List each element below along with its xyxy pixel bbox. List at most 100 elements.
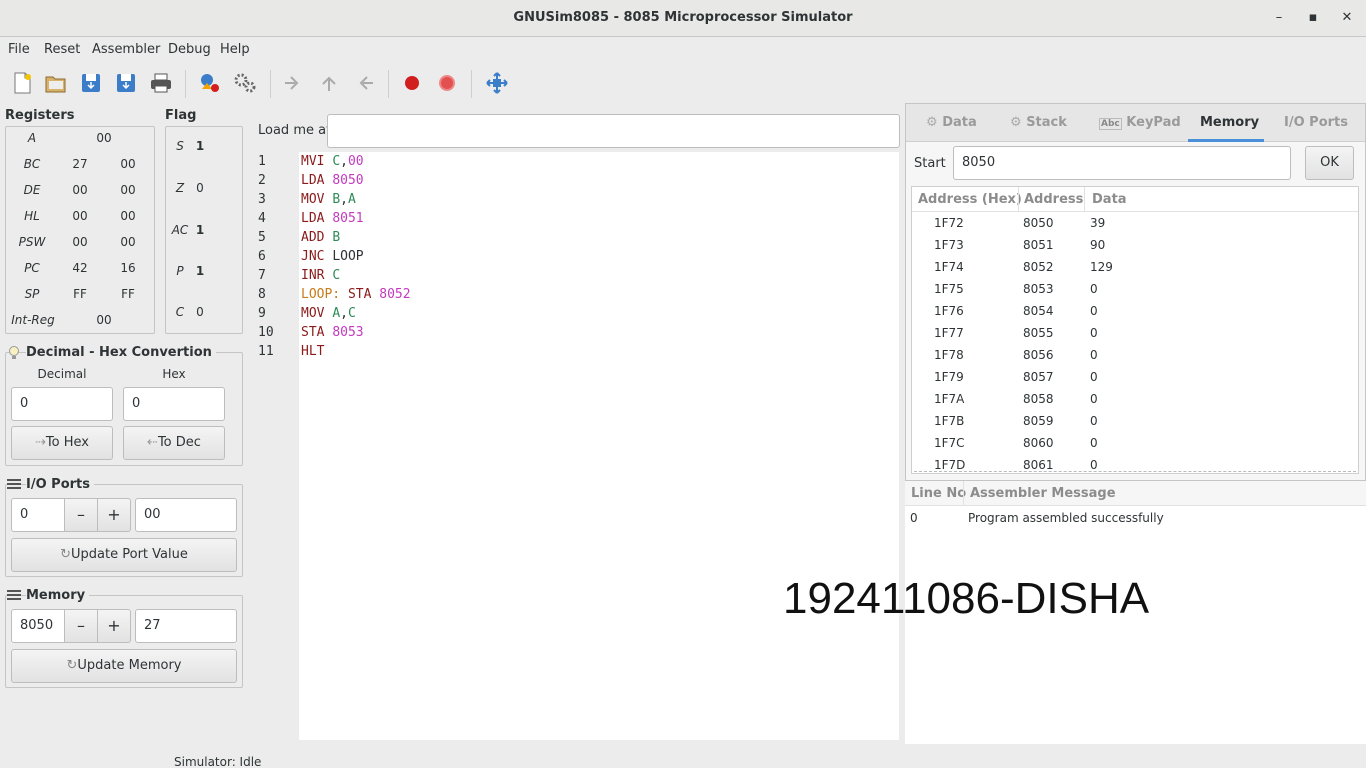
ok-button[interactable]: OK	[1305, 146, 1354, 180]
flags-title: Flag	[165, 108, 197, 123]
port-increment-button[interactable]: +	[97, 498, 131, 532]
code-line[interactable]: STA 8053	[301, 325, 364, 340]
line-number: 2	[258, 173, 266, 188]
table-scroll-edge	[914, 471, 1356, 472]
code-line[interactable]: MVI C,00	[301, 154, 364, 169]
column-data[interactable]: Data	[1092, 192, 1127, 207]
load-address-input[interactable]	[327, 114, 900, 148]
step-in-icon[interactable]	[281, 71, 307, 95]
code-line[interactable]: INR C	[301, 268, 340, 283]
fullscreen-icon[interactable]	[484, 71, 510, 95]
code-line[interactable]: LOOP: STA 8052	[301, 287, 411, 302]
breakpoint-icon[interactable]	[399, 71, 425, 95]
io-ports-title: I/O Ports	[26, 477, 94, 492]
data-cell[interactable]: 39	[1090, 216, 1105, 230]
register-value: 00	[72, 235, 88, 249]
data-cell[interactable]: 0	[1090, 436, 1098, 450]
minimize-button[interactable]: –	[1268, 8, 1290, 30]
hex-input[interactable]: 0	[123, 387, 225, 421]
data-cell[interactable]: 90	[1090, 238, 1105, 252]
line-number: 9	[258, 306, 266, 321]
port-number-input[interactable]: 0	[11, 498, 65, 532]
execute-icon[interactable]	[232, 71, 258, 95]
tab-data-label: Data	[942, 115, 977, 130]
open-file-icon[interactable]	[43, 71, 69, 95]
data-cell[interactable]: 0	[1090, 348, 1098, 362]
code-line[interactable]: JNC LOOP	[301, 249, 364, 264]
data-cell[interactable]: 0	[1090, 282, 1098, 296]
stop-icon[interactable]	[434, 71, 460, 95]
to-dec-button[interactable]: ⇠To Dec	[123, 426, 225, 460]
code-token: 00	[347, 154, 364, 169]
new-file-icon[interactable]	[9, 71, 35, 95]
address-hex-cell: 1F7D	[934, 458, 966, 472]
save-as-icon[interactable]	[113, 71, 139, 95]
save-icon[interactable]	[78, 71, 104, 95]
code-token: A	[332, 306, 341, 321]
close-button[interactable]: ✕	[1336, 8, 1358, 30]
data-cell[interactable]: 0	[1090, 370, 1098, 384]
decimal-input[interactable]: 0	[11, 387, 113, 421]
menu-assembler[interactable]: Assembler	[92, 42, 160, 57]
tab-io-ports[interactable]: I/O Ports	[1284, 115, 1348, 130]
start-label: Start	[914, 156, 946, 171]
data-cell[interactable]: 0	[1090, 326, 1098, 340]
code-token: INR	[301, 268, 333, 283]
address-hex-cell: 1F74	[934, 260, 964, 274]
window-title: GNUSim8085 - 8085 Microprocessor Simulat…	[513, 10, 853, 25]
tab-data[interactable]: ⚙ Data	[926, 115, 977, 130]
memory-increment-button[interactable]: +	[97, 609, 131, 643]
register-value: 00	[96, 131, 112, 145]
menu-reset[interactable]: Reset	[44, 42, 80, 57]
code-token: 8052	[379, 287, 411, 302]
menu-bar: File Reset Assembler Debug Help	[0, 37, 1366, 62]
tab-stack[interactable]: ⚙ Stack	[1010, 115, 1067, 130]
data-cell[interactable]: 0	[1090, 414, 1098, 428]
code-line[interactable]: LDA 8051	[301, 211, 364, 226]
code-line[interactable]: HLT	[301, 344, 324, 359]
address-cell: 8061	[1023, 458, 1054, 472]
memory-address-input[interactable]: 8050	[11, 609, 65, 643]
step-over-icon[interactable]	[316, 71, 342, 95]
data-cell[interactable]: 0	[1090, 392, 1098, 406]
menu-help[interactable]: Help	[220, 42, 250, 57]
code-editor[interactable]	[299, 152, 899, 740]
port-data-input[interactable]: 00	[135, 498, 237, 532]
memory-data-input[interactable]: 27	[135, 609, 237, 643]
flag-label: AC	[171, 223, 189, 237]
to-hex-button[interactable]: ⇢To Hex	[11, 426, 113, 460]
column-line-no[interactable]: Line No	[911, 486, 966, 501]
memory-decrement-button[interactable]: –	[64, 609, 98, 643]
data-cell[interactable]: 0	[1090, 458, 1098, 472]
flag-value: 0	[196, 181, 204, 195]
address-cell: 8054	[1023, 304, 1054, 318]
start-address-input[interactable]: 8050	[953, 146, 1291, 180]
memory-title: Memory	[26, 588, 90, 603]
column-address-hex[interactable]: Address (Hex)	[918, 192, 1022, 207]
update-memory-button[interactable]: ↻Update Memory	[11, 649, 237, 683]
code-line[interactable]: LDA 8050	[301, 173, 364, 188]
update-port-button[interactable]: ↻Update Port Value	[11, 538, 237, 572]
step-out-icon[interactable]	[351, 71, 377, 95]
maximize-button[interactable]: ▪	[1302, 8, 1324, 30]
menu-debug[interactable]: Debug	[168, 42, 211, 57]
column-assembler-message[interactable]: Assembler Message	[970, 486, 1116, 501]
update-memory-label: Update Memory	[77, 658, 182, 673]
port-decrement-button[interactable]: –	[64, 498, 98, 532]
menu-file[interactable]: File	[8, 42, 30, 57]
spellcheck-icon: Abc	[1099, 118, 1122, 130]
assemble-icon[interactable]	[197, 71, 223, 95]
register-value: 00	[120, 235, 136, 249]
tab-memory[interactable]: Memory	[1200, 115, 1259, 130]
data-cell[interactable]: 129	[1090, 260, 1113, 274]
active-tab-indicator	[1188, 139, 1264, 142]
code-token: HLT	[301, 344, 325, 359]
code-line[interactable]: ADD B	[301, 230, 340, 245]
print-icon[interactable]	[148, 71, 174, 95]
code-token: ,	[340, 306, 348, 321]
code-line[interactable]: MOV A,C	[301, 306, 356, 321]
code-line[interactable]: MOV B,A	[301, 192, 356, 207]
data-cell[interactable]: 0	[1090, 304, 1098, 318]
tab-keypad[interactable]: Abc KeyPad	[1099, 115, 1181, 130]
column-address[interactable]: Address	[1024, 192, 1083, 207]
